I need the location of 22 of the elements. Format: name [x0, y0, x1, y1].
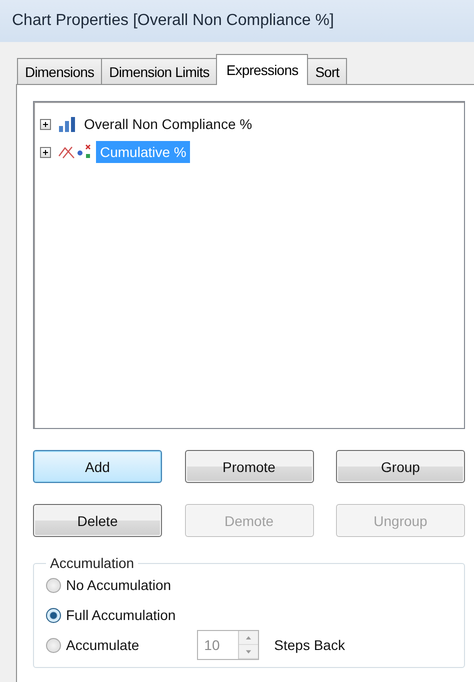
radio-label[interactable]: Accumulate: [66, 637, 140, 653]
expand-icon[interactable]: [40, 118, 51, 130]
steps-label: Steps Back: [274, 637, 345, 653]
bar-chart-icon: [58, 116, 76, 132]
radio-label[interactable]: Full Accumulation: [66, 607, 176, 623]
radio-button[interactable]: [46, 578, 61, 592]
expand-icon[interactable]: [40, 146, 51, 158]
expression-item[interactable]: Overall Non Compliance %: [80, 113, 256, 135]
action-button[interactable]: Add: [33, 450, 162, 483]
action-button[interactable]: Promote: [184, 450, 314, 483]
tab[interactable]: Sort: [307, 58, 348, 85]
group-title: Accumulation: [49, 555, 136, 571]
line-and-scatter-icon: [58, 144, 92, 160]
radio-button[interactable]: [46, 638, 61, 652]
action-button[interactable]: Delete: [33, 504, 162, 537]
tab[interactable]: Dimension Limits: [101, 58, 218, 85]
radio-button[interactable]: [46, 608, 61, 622]
tab[interactable]: Expressions: [216, 54, 308, 85]
radio-label[interactable]: No Accumulation: [66, 577, 172, 593]
action-button[interactable]: Group: [336, 450, 465, 483]
window-title: Chart Properties [Overall Non Compliance %]: [0, 0, 474, 42]
tab[interactable]: Dimensions: [17, 58, 102, 85]
